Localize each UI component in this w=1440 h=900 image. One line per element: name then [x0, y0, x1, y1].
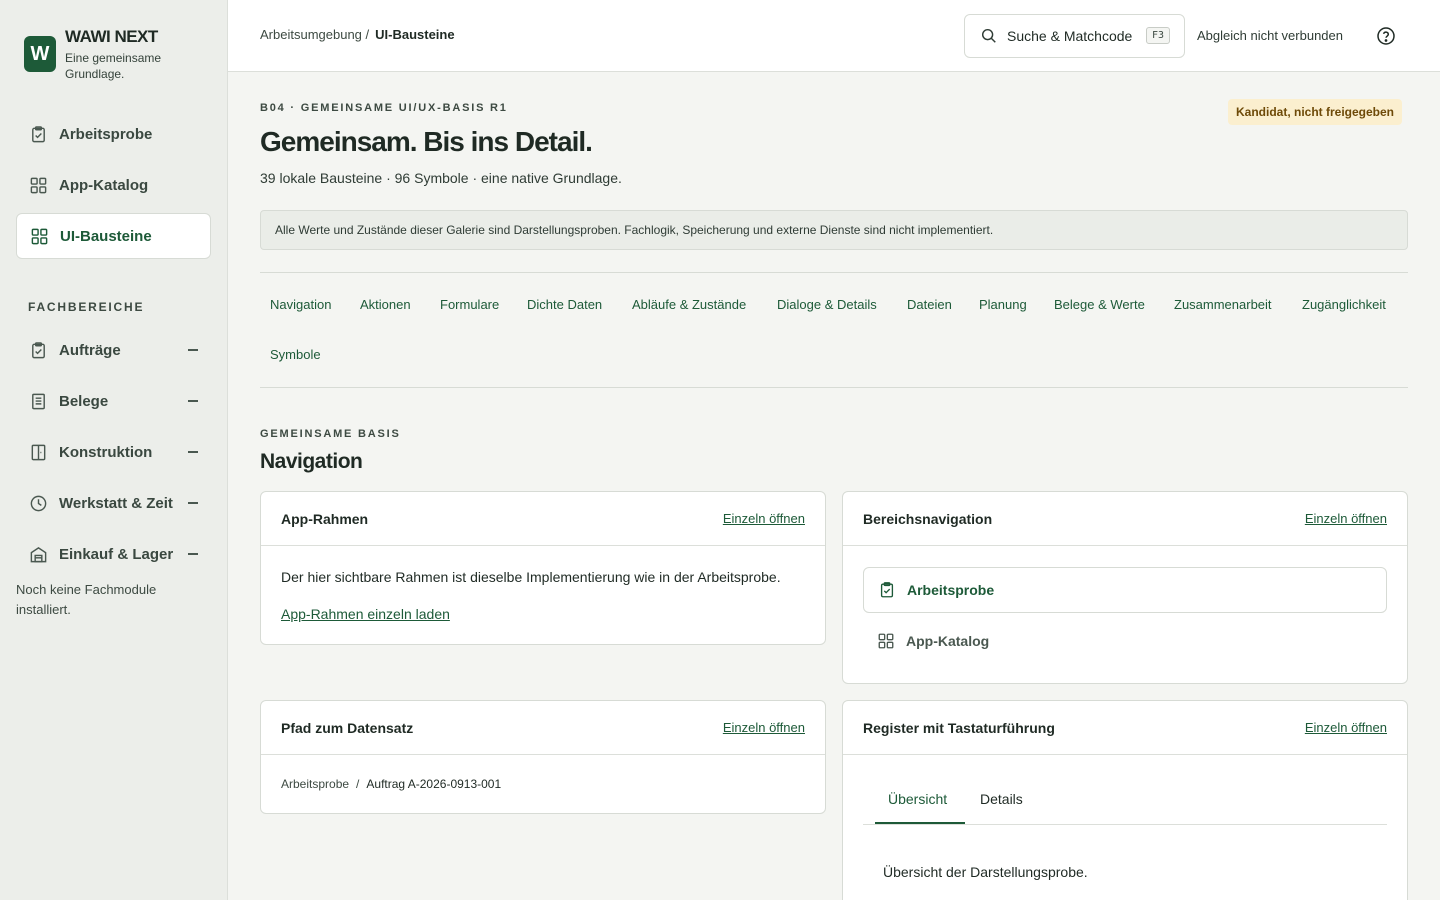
warehouse-icon [30, 546, 47, 562]
collapse-icon[interactable] [188, 553, 198, 555]
tab-divider [863, 824, 1387, 825]
topbar: Arbeitsumgebung / UI-Bausteine Suche & Ma… [228, 0, 1440, 72]
collapse-icon[interactable] [188, 349, 198, 351]
door-icon [31, 444, 46, 460]
sidebar-item-label: Aufträge [59, 341, 121, 359]
clipboard-check-icon [32, 125, 45, 142]
breadcrumb-parent[interactable]: Arbeitsumgebung / [260, 27, 369, 42]
breadcrumb: Arbeitsumgebung / UI-Bausteine [260, 27, 455, 42]
grid-icon [30, 177, 47, 193]
sidebar-item-label: UI-Bausteine [60, 227, 152, 245]
status-badge: Kandidat, nicht freigegeben [1228, 99, 1403, 125]
category-link-dialoge[interactable]: Dialoge & Details [777, 297, 877, 312]
search-icon [981, 28, 996, 43]
open-single-link[interactable]: Einzeln öffnen [1305, 720, 1387, 735]
receipt-icon [32, 393, 45, 409]
sidebar-item-app-katalog[interactable]: App-Katalog [16, 162, 211, 208]
brand[interactable]: W WAWI NEXT Eine gemeinsame Grundlage. [24, 27, 175, 82]
area-nav-item-app-katalog[interactable]: App-Katalog [863, 618, 1387, 664]
category-link-navigation[interactable]: Navigation [270, 297, 331, 312]
card-title: App-Rahmen [281, 511, 369, 527]
sidebar-item-werkstatt-zeit[interactable]: Werkstatt & Zeit [16, 480, 211, 526]
page-eyebrow: B04 · GEMEINSAME UI/UX-BASIS R1 [260, 102, 508, 114]
sidebar-section-label: FACHBEREICHE [28, 300, 145, 314]
open-single-link[interactable]: Einzeln öffnen [723, 720, 805, 735]
active-tab-indicator [875, 822, 965, 824]
divider [260, 387, 1408, 388]
area-nav-label: App-Katalog [906, 633, 990, 649]
record-breadcrumb: Arbeitsprobe / Auftrag A-2026-0913-001 [281, 777, 501, 791]
sidebar-item-einkauf-lager[interactable]: Einkauf & Lager [16, 531, 211, 577]
clipboard-check-icon [32, 341, 45, 358]
sidebar-item-label: Belege [59, 392, 109, 410]
record-breadcrumb-separator: / [356, 777, 360, 791]
area-nav-label: Arbeitsprobe [907, 582, 995, 598]
divider [260, 272, 1408, 273]
help-circle-icon[interactable] [1376, 26, 1396, 46]
card-area-nav: Bereichsnavigation Einzeln öffnen Arbeit… [842, 491, 1408, 684]
category-link-formulare[interactable]: Formulare [440, 297, 499, 312]
clock-icon [30, 495, 47, 511]
card-title: Pfad zum Datensatz [281, 720, 414, 736]
sidebar-item-konstruktion[interactable]: Konstruktion [16, 429, 211, 475]
load-app-frame-link[interactable]: App-Rahmen einzeln laden [281, 606, 450, 622]
open-single-link[interactable]: Einzeln öffnen [1305, 511, 1387, 526]
page-title: Gemeinsam. Bis ins Detail. [260, 126, 593, 157]
card-title: Register mit Tastaturführung [863, 720, 1055, 736]
search-label: Suche & Matchcode [1007, 28, 1133, 44]
section-eyebrow: GEMEINSAME BASIS [260, 428, 401, 440]
collapse-icon[interactable] [188, 451, 198, 453]
tab-details[interactable]: Details [980, 791, 1023, 807]
category-link-zugaenglichkeit[interactable]: Zugänglichkeit [1302, 297, 1386, 312]
category-link-dateien[interactable]: Dateien [907, 297, 952, 312]
record-breadcrumb-current: Auftrag A-2026-0913-001 [366, 777, 502, 791]
sync-status[interactable]: Abgleich nicht verbunden [1197, 28, 1343, 43]
sidebar-item-arbeitsprobe[interactable]: Arbeitsprobe [16, 111, 211, 157]
sidebar-item-belege[interactable]: Belege [16, 378, 211, 424]
sidebar-item-label: Konstruktion [59, 443, 153, 461]
category-link-aktionen[interactable]: Aktionen [360, 297, 411, 312]
record-breadcrumb-parent[interactable]: Arbeitsprobe [281, 777, 349, 791]
brand-logo: W [24, 36, 56, 72]
sidebar-item-ui-bausteine[interactable]: UI-Bausteine [16, 213, 211, 259]
breadcrumb-current: UI-Bausteine [375, 27, 455, 42]
search-shortcut: F3 [1145, 27, 1170, 44]
card-text: Der hier sichtbare Rahmen ist dieselbe I… [281, 569, 781, 585]
collapse-icon[interactable] [188, 400, 198, 402]
category-link-dichte-daten[interactable]: Dichte Daten [527, 297, 602, 312]
page-subtitle: 39 lokale Bausteine · 96 Symbole · eine … [260, 170, 622, 186]
category-link-zusammenarbeit[interactable]: Zusammenarbeit [1174, 297, 1272, 312]
category-link-belege-werte[interactable]: Belege & Werte [1054, 297, 1145, 312]
category-link-ablaeufe[interactable]: Abläufe & Zustände [632, 297, 746, 312]
sidebar-item-label: App-Katalog [59, 176, 149, 194]
category-link-symbole[interactable]: Symbole [270, 347, 321, 362]
area-nav-item-arbeitsprobe[interactable]: Arbeitsprobe [863, 567, 1387, 613]
brand-tagline: Eine gemeinsame Grundlage. [65, 51, 162, 81]
sidebar-item-auftraege[interactable]: Aufträge [16, 327, 211, 373]
card-register: Register mit Tastaturführung Einzeln öff… [842, 700, 1408, 900]
sidebar: W WAWI NEXT Eine gemeinsame Grundlage. A… [0, 0, 228, 900]
sidebar-item-label: Werkstatt & Zeit [59, 494, 173, 512]
open-single-link[interactable]: Einzeln öffnen [723, 511, 805, 526]
card-title: Bereichsnavigation [863, 511, 993, 527]
search-button[interactable]: Suche & Matchcode F3 [964, 14, 1185, 58]
grid-icon [31, 228, 48, 244]
tab-uebersicht[interactable]: Übersicht [888, 791, 947, 807]
clipboard-check-icon [880, 582, 894, 598]
card-record-path: Pfad zum Datensatz Einzeln öffnen Arbeit… [260, 700, 826, 814]
sidebar-item-label: Einkauf & Lager [59, 545, 174, 563]
tab-panel-content: Übersicht der Darstellungsprobe. [883, 864, 1088, 880]
category-link-planung[interactable]: Planung [979, 297, 1027, 312]
notice-banner: Alle Werte und Zustände dieser Galerie s… [260, 210, 1408, 250]
brand-name: WAWI NEXT [65, 27, 158, 46]
collapse-icon[interactable] [188, 502, 198, 504]
sidebar-item-label: Arbeitsprobe [59, 125, 153, 143]
section-title: Navigation [260, 450, 363, 473]
grid-icon [878, 633, 894, 649]
sidebar-note: Noch keine Fachmodule installiert. [16, 582, 157, 617]
card-app-frame: App-Rahmen Einzeln öffnen Der hier sicht… [260, 491, 826, 645]
